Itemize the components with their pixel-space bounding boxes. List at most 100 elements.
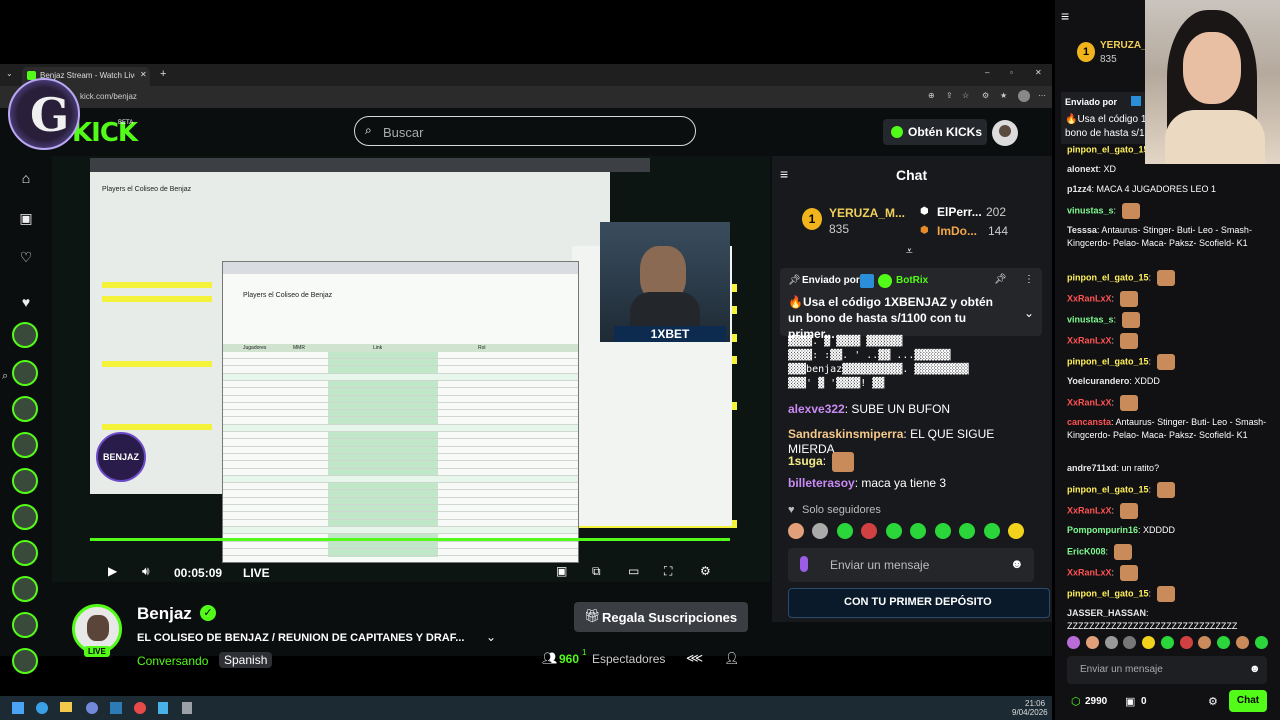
minimize-icon[interactable]: –	[985, 68, 989, 77]
chat-username[interactable]: Pompompurin16	[1067, 525, 1138, 535]
emote-icon[interactable]	[788, 522, 804, 539]
followed-channel-avatar[interactable]	[12, 468, 38, 494]
favorites-heart-icon[interactable]: ♥	[18, 294, 34, 310]
chat-input[interactable]: Enviar un mensaje ☻	[788, 548, 1034, 582]
emote-icon[interactable]	[1254, 636, 1268, 649]
tab-list-icon[interactable]: ⌄	[6, 69, 13, 78]
emote-icon[interactable]	[885, 522, 902, 539]
star-icon[interactable]: ☆	[962, 91, 969, 100]
emote-icon[interactable]	[836, 522, 853, 539]
expand-title-icon[interactable]: ⌄	[486, 630, 496, 644]
gift-subs-button[interactable]: 🎁︎ Regala Suscripciones	[574, 602, 748, 632]
promo-banner[interactable]: CON TU PRIMER DEPÓSITO	[788, 588, 1050, 618]
followed-channel-avatar[interactable]	[12, 648, 38, 674]
windows-start-icon[interactable]	[12, 702, 24, 714]
video-progress-bar[interactable]	[90, 538, 730, 541]
expand-leaderboard-icon[interactable]: ⩡	[906, 244, 913, 259]
mic-icon[interactable]	[800, 556, 808, 572]
fullscreen-icon[interactable]: ⛶	[664, 564, 672, 579]
followed-channel-avatar[interactable]	[12, 540, 38, 566]
notepad-icon[interactable]	[158, 702, 168, 714]
share-icon[interactable]: ⋘	[686, 651, 703, 665]
pinned-by[interactable]: BotRix	[896, 275, 928, 286]
leader-2-name[interactable]: ElPerr...	[937, 205, 982, 219]
chat-username[interactable]: Sandraskinsmiperra	[788, 427, 903, 441]
emote-icon[interactable]	[1198, 636, 1212, 649]
emote-icon[interactable]	[959, 522, 976, 539]
chat-username[interactable]: cancansta	[1067, 417, 1111, 427]
chat-username[interactable]: 1suga	[788, 454, 823, 468]
emote-icon[interactable]	[1104, 636, 1118, 649]
close-window-icon[interactable]: ✕	[1035, 68, 1042, 77]
language-tag[interactable]: Spanish	[219, 652, 273, 668]
collapse-chat-icon[interactable]: ≡	[780, 166, 788, 182]
send-chat-button[interactable]: Chat	[1229, 690, 1267, 712]
more-options-icon[interactable]: ⋮	[1024, 274, 1034, 285]
video-player[interactable]: Players el Coliseo de Benjaz Players el …	[52, 156, 770, 582]
leader-3-name[interactable]: ImDo...	[937, 224, 977, 238]
get-kicks-button[interactable]: Obtén KICKs	[883, 119, 987, 145]
more-icon[interactable]: ⋯	[1038, 91, 1046, 100]
follow-user-icon[interactable]: 👤︎	[724, 651, 739, 665]
emote-icon[interactable]	[1067, 636, 1080, 649]
emote-icon[interactable]	[812, 522, 829, 539]
edge-icon[interactable]	[36, 702, 48, 714]
chat-username[interactable]: XxRanLxX	[1067, 505, 1112, 515]
emote-icon[interactable]	[910, 522, 927, 539]
chat-username[interactable]: XxRanLxX	[1067, 397, 1112, 407]
chrome-icon[interactable]	[134, 702, 146, 714]
chat-username[interactable]: alexve322	[788, 402, 845, 416]
chat-username[interactable]: EricK008	[1067, 546, 1106, 556]
followed-channel-avatar[interactable]	[12, 432, 38, 458]
followed-channel-avatar[interactable]	[12, 612, 38, 638]
chat-username[interactable]: XxRanLxX	[1067, 293, 1112, 303]
chat-username[interactable]: alonext	[1067, 164, 1099, 174]
search-input[interactable]: ⌕ Buscar	[354, 116, 696, 146]
play-icon[interactable]: ▶	[108, 564, 117, 578]
emote-icon[interactable]	[1142, 636, 1156, 649]
chat-username[interactable]: XxRanLxX	[1067, 335, 1112, 345]
chat-username[interactable]: andre711xd	[1067, 463, 1117, 473]
emote-icon[interactable]	[983, 522, 1000, 539]
user-avatar[interactable]	[992, 120, 1018, 146]
emote-icon[interactable]	[1179, 636, 1193, 649]
emote-icon[interactable]	[1085, 636, 1099, 649]
expand-pinned-icon[interactable]: ⌄	[1024, 306, 1034, 320]
share-icon[interactable]: ⇪	[946, 91, 953, 100]
emoji-picker-icon[interactable]: ☻	[1010, 556, 1024, 571]
calculator-icon[interactable]	[182, 702, 192, 714]
discord-icon[interactable]	[86, 702, 98, 714]
followed-channel-avatar[interactable]	[12, 576, 38, 602]
chat-username[interactable]: p1zz4	[1067, 184, 1092, 194]
close-tab-icon[interactable]: ✕	[140, 70, 147, 79]
maximize-icon[interactable]: ▫	[1010, 68, 1013, 77]
leader-1-name[interactable]: YERUZA_M...	[829, 206, 905, 220]
emote-icon[interactable]	[934, 522, 951, 539]
emote-icon[interactable]	[1236, 636, 1250, 649]
unpin-icon[interactable]: 📌︎	[994, 274, 1007, 285]
volume-icon[interactable]: 🔊︎	[142, 564, 150, 579]
emote-icon[interactable]	[1008, 522, 1025, 539]
zoom-icon[interactable]: ⊕	[928, 91, 935, 100]
settings-gear-icon[interactable]: ⚙	[700, 564, 711, 578]
stream-category[interactable]: Conversando	[137, 654, 208, 668]
clip-icon[interactable]: ▣	[556, 564, 567, 578]
pip-icon[interactable]: ▭	[628, 564, 639, 578]
followed-channel-avatar[interactable]	[12, 504, 38, 530]
chat-username[interactable]: Yoelcurandero	[1067, 376, 1129, 386]
chat-username[interactable]: pinpon_el_gato_15	[1067, 356, 1149, 366]
emoji-picker-icon[interactable]: ☻	[1249, 663, 1261, 675]
url-text[interactable]: kick.com/benjaz	[80, 92, 137, 101]
chat-username[interactable]: pinpon_el_gato_15	[1067, 484, 1149, 494]
emote-icon[interactable]	[1160, 636, 1174, 649]
collapse-chat-icon[interactable]: ≡	[1061, 8, 1069, 24]
emote-icon[interactable]	[861, 522, 878, 539]
theater-icon[interactable]: ⧉	[592, 564, 601, 579]
following-heart-icon[interactable]: ♡	[18, 249, 34, 265]
followed-channel-avatar[interactable]	[12, 322, 38, 348]
chat-username[interactable]: vinustas_s	[1067, 314, 1114, 324]
followed-channel-avatar[interactable]	[12, 396, 38, 422]
streamer-name[interactable]: Benjaz	[137, 604, 192, 624]
overlay-chat-input[interactable]: Enviar un mensaje ☻	[1067, 656, 1267, 684]
chat-username[interactable]: pinpon_el_gato_15	[1067, 272, 1149, 282]
